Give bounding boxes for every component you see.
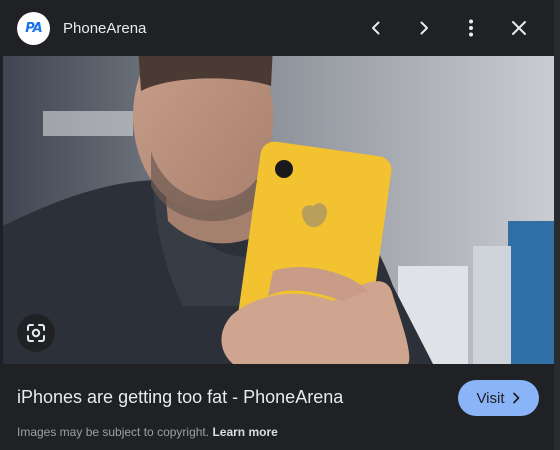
close-icon (512, 21, 526, 35)
site-name[interactable]: PhoneArena (63, 20, 146, 37)
logo-text: PA (25, 21, 42, 36)
visit-button[interactable]: Visit (458, 380, 539, 416)
chevron-left-icon (372, 21, 380, 35)
preview-image[interactable] (3, 56, 554, 364)
photo-man-holding-phone (3, 56, 554, 364)
visit-label: Visit (476, 389, 505, 407)
learn-more-link[interactable]: Learn more (212, 425, 277, 439)
scrollbar-track[interactable] (554, 0, 560, 450)
copyright-notice: Images may be subject to copyright. Lear… (17, 425, 278, 439)
viewer-header: PA PhoneArena (0, 0, 560, 56)
image-title[interactable]: iPhones are getting too fat - PhoneArena (17, 387, 343, 408)
google-lens-icon (27, 324, 45, 342)
more-vert-icon (469, 19, 473, 37)
chevron-right-icon (420, 21, 428, 35)
more-options-button[interactable] (457, 14, 485, 42)
site-logo[interactable]: PA (17, 12, 50, 45)
chevron-right-icon (512, 392, 519, 404)
copyright-text: Images may be subject to copyright. (17, 425, 210, 439)
previous-button[interactable] (362, 14, 390, 42)
close-button[interactable] (505, 14, 533, 42)
google-lens-button[interactable] (17, 314, 55, 352)
next-button[interactable] (410, 14, 438, 42)
